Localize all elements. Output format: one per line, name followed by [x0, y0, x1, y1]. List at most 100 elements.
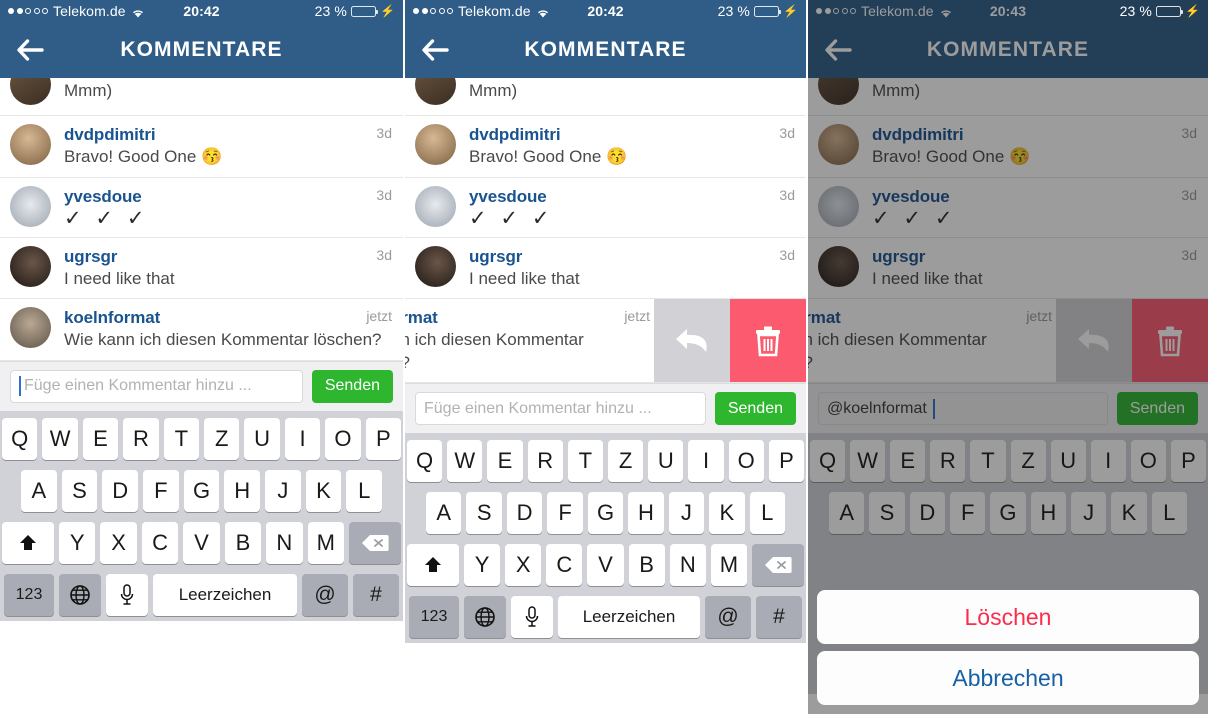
globe-key[interactable] [59, 573, 101, 616]
key-G[interactable]: G [587, 492, 624, 535]
key-R[interactable]: R [123, 417, 159, 460]
key-V[interactable]: V [183, 521, 220, 564]
key-U[interactable]: U [244, 417, 280, 460]
key-L[interactable]: L [1151, 492, 1187, 535]
comment-row-swiped[interactable]: ormat nn ich diesen Kommentarn? jetzt [405, 299, 806, 384]
key-I[interactable]: I [1090, 440, 1126, 483]
avatar[interactable] [818, 245, 859, 287]
key-N[interactable]: N [266, 521, 303, 564]
comment-username[interactable]: dvdpdimitri [64, 125, 156, 145]
key-Z[interactable]: Z [204, 417, 240, 460]
at-key[interactable]: @ [705, 596, 751, 639]
key-N[interactable]: N [669, 544, 706, 587]
comment-row[interactable]: Mmm) [808, 78, 1208, 116]
key-I[interactable]: I [688, 440, 724, 483]
comment-username[interactable]: yvesdoue [469, 187, 547, 207]
key-P[interactable]: P [768, 440, 805, 483]
key-E[interactable]: E [487, 440, 523, 483]
reply-action-button[interactable] [1056, 299, 1132, 383]
action-sheet-cancel-button[interactable]: Abbrechen [817, 651, 1199, 705]
comment-username[interactable]: koelnformat [64, 308, 160, 328]
key-X[interactable]: X [100, 521, 137, 564]
key-W[interactable]: W [447, 440, 483, 483]
comment-row[interactable]: yvesdoue ✓ ✓ ✓ 3d [405, 177, 806, 238]
backspace-key[interactable] [751, 544, 804, 587]
comment-username[interactable]: ugrsgr [872, 247, 925, 267]
key-J[interactable]: J [265, 469, 301, 512]
hash-key[interactable]: # [353, 573, 399, 616]
key-O[interactable]: O [1130, 440, 1166, 483]
comments-list[interactable]: Mmm) dvdpdimitri Bravo! Good One 😚 3d yv… [808, 78, 1208, 384]
key-X[interactable]: X [505, 544, 542, 587]
comment-username[interactable]: ormat [405, 308, 438, 328]
key-W[interactable]: W [850, 440, 886, 483]
avatar[interactable] [10, 307, 51, 349]
comment-username[interactable]: dvdpdimitri [872, 125, 964, 145]
shift-key[interactable] [407, 544, 459, 587]
key-I[interactable]: I [284, 417, 321, 460]
key-D[interactable]: D [506, 492, 543, 535]
key-D[interactable]: D [909, 492, 945, 535]
key-C[interactable]: C [141, 521, 179, 564]
comment-row[interactable]: ugrsgr I need like that 3d [0, 237, 403, 300]
key-K[interactable]: K [1111, 492, 1147, 535]
action-sheet-delete-button[interactable]: Löschen [817, 590, 1199, 644]
avatar[interactable] [10, 245, 51, 287]
key-G[interactable]: G [183, 469, 220, 512]
key-S[interactable]: S [61, 469, 98, 512]
key-C[interactable]: C [546, 544, 583, 587]
key-O[interactable]: O [325, 417, 361, 460]
reply-action-button[interactable] [654, 299, 730, 383]
numbers-key[interactable]: 123 [4, 573, 54, 616]
key-H[interactable]: H [628, 492, 664, 535]
key-B[interactable]: B [224, 521, 262, 564]
key-S[interactable]: S [869, 492, 905, 535]
key-P[interactable]: P [1170, 440, 1206, 483]
comment-row[interactable]: dvdpdimitri Bravo! Good One 😚 3d [0, 116, 403, 178]
key-J[interactable]: J [1070, 492, 1107, 535]
key-H[interactable]: H [224, 469, 261, 512]
key-A[interactable]: A [20, 469, 57, 512]
avatar[interactable] [415, 78, 456, 105]
space-key[interactable]: Leerzeichen [153, 573, 297, 616]
key-R[interactable]: R [527, 440, 563, 483]
onscreen-keyboard[interactable]: Q W E R T Z U I O P A S D F G H J K L [405, 433, 806, 644]
comment-username[interactable]: ormat [808, 308, 841, 328]
key-G[interactable]: G [990, 492, 1026, 535]
comment-row[interactable]: dvdpdimitri Bravo! Good One 😚 3d [405, 116, 806, 178]
key-M[interactable]: M [307, 521, 344, 564]
avatar[interactable] [415, 185, 456, 227]
comment-row[interactable]: Mmm) [405, 78, 806, 116]
comment-row[interactable]: koelnformat Wie kann ich diesen Kommenta… [0, 299, 403, 361]
key-O[interactable]: O [728, 440, 764, 483]
key-Z[interactable]: Z [1010, 440, 1046, 483]
comment-row[interactable]: yvesdoue ✓ ✓ ✓ 3d [808, 177, 1208, 238]
key-E[interactable]: E [82, 417, 119, 460]
comment-username[interactable]: dvdpdimitri [469, 125, 561, 145]
comment-row-swiped[interactable]: ormat nn ich diesen Kommentarn? jetzt [808, 299, 1208, 384]
numbers-key[interactable]: 123 [409, 596, 459, 639]
avatar[interactable] [818, 124, 859, 165]
dictation-key[interactable] [511, 596, 553, 639]
at-key[interactable]: @ [302, 573, 348, 616]
onscreen-keyboard[interactable]: Q W E R T Z U I O P A S D F G H J K L [0, 410, 403, 621]
comment-username[interactable]: yvesdoue [872, 187, 950, 207]
key-F[interactable]: F [950, 492, 986, 535]
backspace-key[interactable] [348, 521, 401, 564]
comment-username[interactable]: ugrsgr [64, 247, 117, 267]
key-U[interactable]: U [648, 440, 684, 483]
key-K[interactable]: K [709, 492, 745, 535]
key-Q[interactable]: Q [406, 440, 443, 483]
key-Y[interactable]: Y [464, 544, 501, 587]
comment-username[interactable]: yvesdoue [64, 187, 142, 207]
key-H[interactable]: H [1030, 492, 1066, 535]
comment-row[interactable]: Mmm) [0, 78, 403, 116]
key-T[interactable]: T [163, 417, 199, 460]
send-button[interactable]: Senden [311, 369, 393, 403]
dictation-key[interactable] [106, 573, 148, 616]
avatar[interactable] [818, 78, 859, 105]
shift-key[interactable] [2, 521, 55, 564]
avatar[interactable] [415, 245, 456, 287]
comment-input[interactable]: Füge einen Kommentar hinzu ... [10, 369, 303, 403]
key-Z[interactable]: Z [608, 440, 644, 483]
